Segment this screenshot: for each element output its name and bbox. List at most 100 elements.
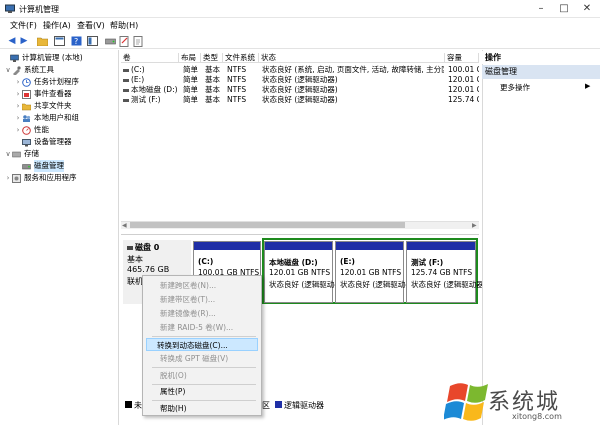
maximize-icon[interactable]: □ (553, 2, 575, 16)
table-cell: 100.01 G (448, 65, 479, 74)
action-section-disk-management[interactable]: 磁盘管理 (482, 65, 600, 79)
menu-help[interactable]: 帮助(H) (150, 402, 258, 415)
tree-item-event-viewer[interactable]: › 事件查看器 (2, 88, 118, 100)
disk-management-icon (22, 162, 31, 171)
menu-action[interactable]: 操作(A) (43, 20, 71, 31)
tree-item-device-manager[interactable]: 设备管理器 (2, 136, 118, 148)
menu-convert-to-gpt[interactable]: 转换成 GPT 磁盘(V) (150, 352, 258, 365)
scrollbar-thumb[interactable] (130, 222, 405, 228)
menu-new-raid5-volume[interactable]: 新建 RAID-5 卷(W)... (150, 321, 258, 334)
disk-type: 基本 (127, 255, 143, 264)
chevron-right-icon[interactable]: ▶ (585, 82, 590, 90)
partition-size: 120.01 GB NTFS (340, 268, 402, 277)
tree-item-performance[interactable]: › 性能 (2, 124, 118, 136)
partition-size: 120.01 GB NTFS (269, 268, 331, 277)
tree-item-disk-management[interactable]: 磁盘管理 (2, 160, 118, 172)
table-cell: NTFS (227, 65, 247, 74)
folder-icon[interactable] (36, 35, 48, 47)
collapse-icon[interactable]: ∨ (4, 64, 12, 76)
legend-unallocated-swatch (125, 401, 132, 408)
menu-separator (152, 367, 256, 368)
scroll-left-icon[interactable]: ◀ (122, 222, 127, 229)
legend-logical-label: 逻辑驱动器 (284, 401, 324, 410)
window-title: 计算机管理 (19, 5, 59, 14)
tree-item-shared-folders[interactable]: › 共享文件夹 (2, 100, 118, 112)
refresh-icon[interactable] (132, 35, 144, 47)
svg-text:?: ? (74, 37, 78, 46)
column-header-status[interactable]: 状态 (259, 53, 445, 63)
back-icon[interactable]: ◀ (6, 35, 18, 47)
partition-status: 状态良好 (逻辑驱动器) (411, 280, 487, 289)
table-cell: 简单 (183, 95, 198, 104)
partition-bar (407, 242, 475, 250)
collapse-icon[interactable]: ∨ (4, 148, 12, 160)
menu-new-mirrored-volume[interactable]: 新建镜像卷(R)... (150, 307, 258, 320)
column-header-type[interactable]: 类型 (201, 53, 223, 63)
table-cell: NTFS (227, 95, 247, 104)
table-cell: 基本 (205, 85, 220, 94)
console-tree-icon[interactable] (86, 35, 98, 47)
table-row[interactable]: (E:) (123, 75, 144, 85)
table-cell: 120.01 G (448, 75, 479, 84)
menu-properties[interactable]: 属性(P) (150, 385, 258, 398)
table-cell: 状态良好 (逻辑驱动器) (262, 75, 338, 84)
column-header-capacity[interactable]: 容量 (445, 53, 479, 63)
console-icon[interactable] (53, 35, 65, 47)
column-header-layout[interactable]: 布局 (179, 53, 201, 63)
action-more[interactable]: 更多操作 (500, 82, 530, 93)
tree-label: 计算机管理 (本地) (22, 53, 83, 62)
partition-label: (E:) (340, 257, 355, 266)
legend-unallocated-label: 未 (134, 401, 142, 410)
disk-icon[interactable] (104, 35, 116, 47)
tree-item-root[interactable]: 计算机管理 (本地) (2, 52, 118, 64)
partition-f[interactable]: 测试 (F:) 125.74 GB NTFS 状态良好 (逻辑驱动器) (406, 241, 487, 303)
help-icon[interactable]: ? (70, 35, 82, 47)
partition-e[interactable]: (E:) 120.01 GB NTFS 状态良好 (逻辑驱动器) (335, 241, 416, 303)
computer-management-icon (10, 54, 19, 63)
device-manager-icon (22, 138, 31, 147)
close-icon[interactable]: ✕ (576, 2, 598, 16)
table-row[interactable]: 测试 (F:) (123, 95, 161, 105)
users-icon (22, 114, 31, 123)
menu-view[interactable]: 查看(V) (77, 20, 105, 31)
scroll-right-icon[interactable]: ▶ (472, 222, 477, 229)
tree-item-storage[interactable]: ∨ 存储 (2, 148, 118, 160)
partition-label: 测试 (F:) (411, 258, 444, 267)
menu-help[interactable]: 帮助(H) (110, 20, 138, 31)
menu-separator (152, 400, 256, 401)
table-row[interactable]: 本地磁盘 (D:) (123, 85, 179, 95)
volume-icon (123, 68, 129, 72)
tree-item-local-users[interactable]: › 本地用户和组 (2, 112, 118, 124)
column-header-filesystem[interactable]: 文件系统 (223, 53, 259, 63)
table-cell: 状态良好 (逻辑驱动器) (262, 95, 338, 104)
forward-icon[interactable]: ▶ (18, 35, 30, 47)
partition-bar (265, 242, 332, 250)
tree-item-system-tools[interactable]: ∨ 系统工具 (2, 64, 118, 76)
partition-bar (336, 242, 403, 250)
table-cell: 125.74 G (448, 95, 479, 104)
table-cell: 简单 (183, 65, 198, 74)
table-cell: NTFS (227, 75, 247, 84)
menu-file[interactable]: 文件(F) (10, 20, 37, 31)
table-cell: 简单 (183, 85, 198, 94)
menu-new-spanned-volume[interactable]: 新建跨区卷(N)... (150, 279, 258, 292)
menu-separator (152, 336, 256, 337)
partition-d[interactable]: 本地磁盘 (D:) 120.01 GB NTFS 状态良好 (逻辑驱动器) (264, 241, 345, 303)
menu-offline[interactable]: 脱机(O) (150, 369, 258, 382)
performance-icon (22, 125, 31, 135)
column-header-volume[interactable]: 卷 (121, 53, 179, 63)
table-cell: 状态良好 (系统, 启动, 页面文件, 活动, 故障转储, 主分区) (262, 65, 444, 74)
table-row[interactable]: (C:) (123, 65, 145, 75)
tree-item-services-apps[interactable]: › 服务和应用程序 (2, 172, 118, 184)
shared-folder-icon (21, 102, 32, 111)
minimize-icon[interactable]: – (530, 2, 552, 16)
partition-label: (C:) (198, 257, 214, 266)
partition-size: 125.74 GB NTFS (411, 268, 473, 277)
partition-status: 状态良好 (逻辑驱动器) (340, 280, 416, 289)
properties-icon[interactable] (118, 35, 130, 47)
legend-partial-label: 区 (262, 401, 270, 410)
action-pane (482, 50, 600, 425)
tree-item-task-scheduler[interactable]: › 任务计划程序 (2, 76, 118, 88)
menu-new-striped-volume[interactable]: 新建带区卷(T)... (150, 293, 258, 306)
menu-convert-to-dynamic-disk[interactable]: 转换到动态磁盘(C)... (146, 338, 258, 351)
